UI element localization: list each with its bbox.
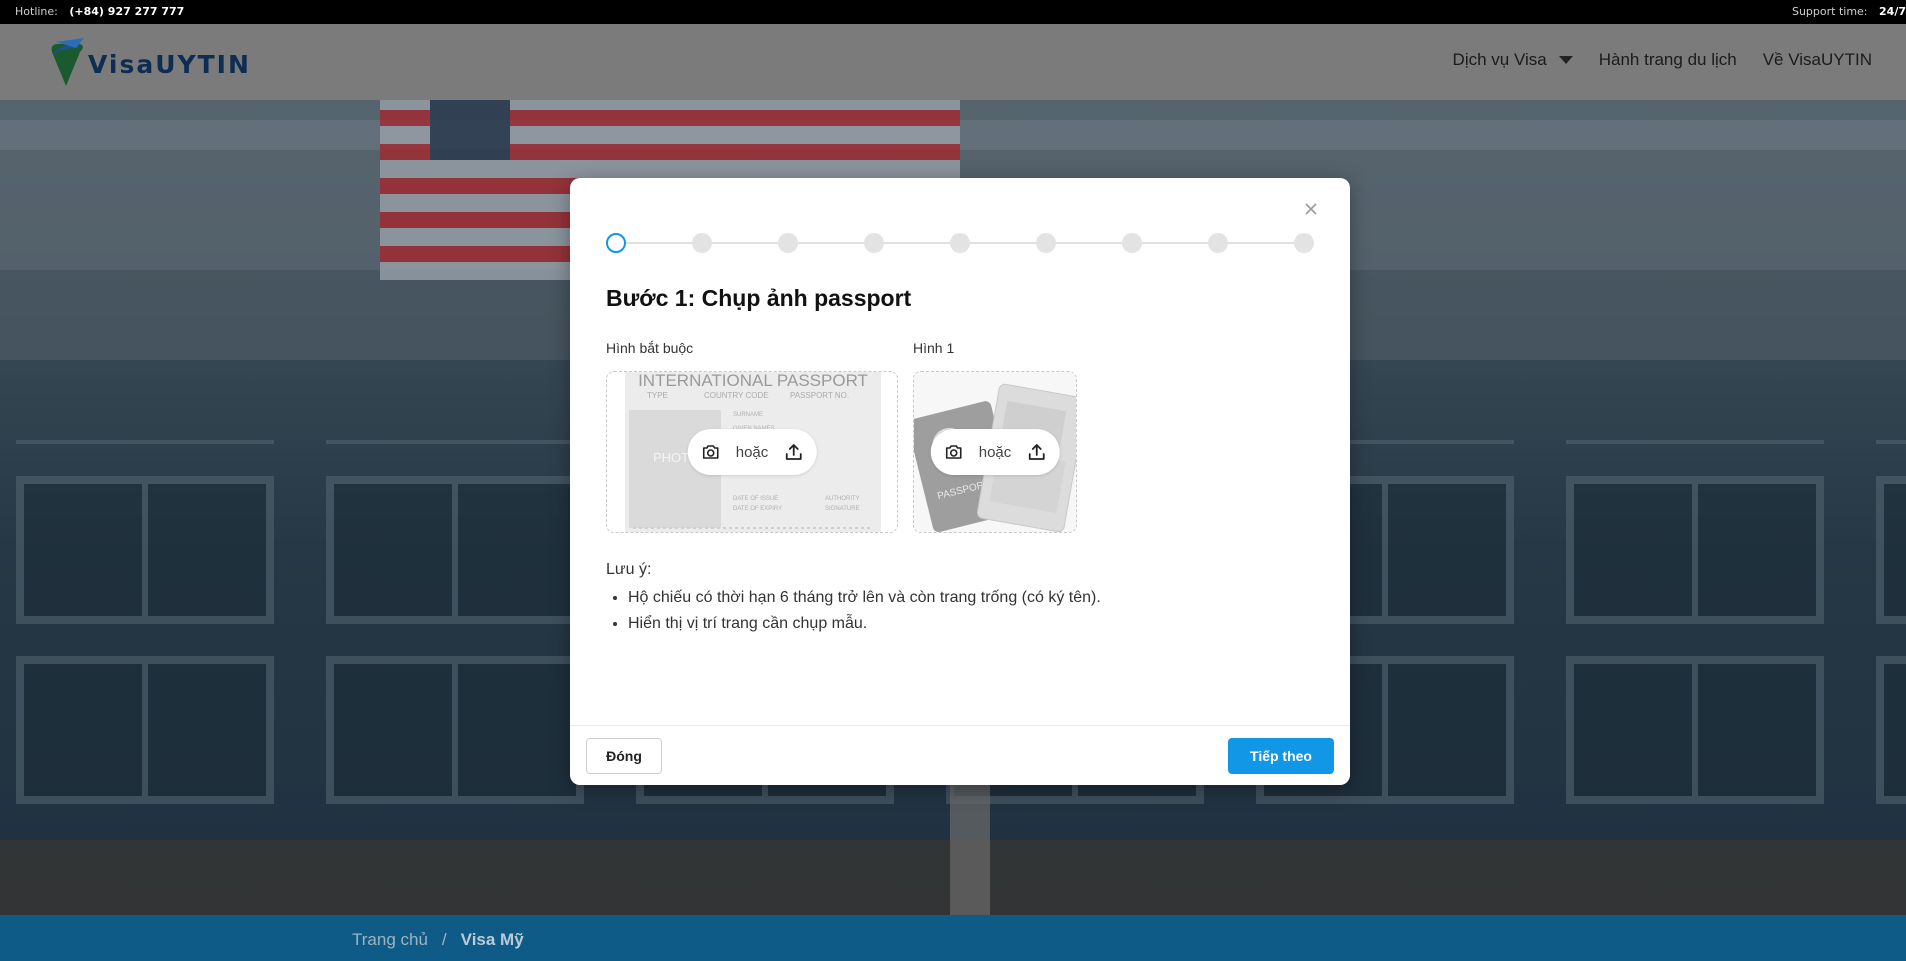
svg-text:AUTHORITY: AUTHORITY xyxy=(825,496,860,502)
close-button[interactable]: Đóng xyxy=(586,738,662,774)
support-time-value: 24/7 xyxy=(1879,5,1906,18)
step-dot-6 xyxy=(1036,233,1056,253)
step-dot-2 xyxy=(692,233,712,253)
breadcrumb: Trang chủ / Visa Mỹ xyxy=(0,915,1906,961)
hotline: Hotline: (+84) 927 277 777 xyxy=(15,5,184,18)
passport-upload-modal: Bước 1: Chụp ảnh passport Hình bắt buộc … xyxy=(570,178,1350,785)
main-nav: Dịch vụ Visa Hành trang du lịch Về VisaU… xyxy=(1453,50,1872,70)
step-dot-7 xyxy=(1122,233,1142,253)
step-dot-5 xyxy=(950,233,970,253)
image-1-label: Hình 1 xyxy=(913,340,955,356)
step-dot-1 xyxy=(606,233,626,253)
support-time-label: Support time: xyxy=(1791,5,1868,18)
required-image-label: Hình bắt buộc xyxy=(606,340,694,356)
hotline-number[interactable]: (+84) 927 277 777 xyxy=(69,5,184,18)
or-text: hoặc xyxy=(735,443,769,461)
nav-travel-guide-label: Hành trang du lịch xyxy=(1598,50,1737,69)
next-button[interactable]: Tiếp theo xyxy=(1228,738,1334,774)
top-info-bar: Hotline: (+84) 927 277 777 Support time:… xyxy=(0,0,1906,24)
nav-about[interactable]: Về VisaUYTIN xyxy=(1763,50,1872,70)
image-1-slot[interactable]: PASSPORT hoặc xyxy=(913,371,1077,533)
upload-icon[interactable] xyxy=(1023,439,1049,465)
hotline-label: Hotline: xyxy=(15,5,58,18)
notes-title: Lưu ý: xyxy=(606,561,652,578)
passport-heading: INTERNATIONAL PASSPORT xyxy=(638,372,868,390)
step-dot-8 xyxy=(1208,233,1228,253)
image-1-capture-actions: hoặc xyxy=(930,429,1060,475)
note-item: Hiển thị vị trí trang cần chụp mẫu. xyxy=(628,615,1306,633)
nav-travel-guide[interactable]: Hành trang du lịch xyxy=(1599,50,1737,70)
svg-text:PASSPORT NO.: PASSPORT NO. xyxy=(790,391,849,400)
support-time: Support time: 24/7 xyxy=(1792,5,1906,18)
svg-text:TYPE: TYPE xyxy=(647,391,668,400)
upload-icon[interactable] xyxy=(780,439,806,465)
or-text: hoặc xyxy=(978,443,1012,461)
svg-text:DATE OF ISSUE: DATE OF ISSUE xyxy=(733,496,778,502)
chevron-down-icon xyxy=(1558,56,1573,64)
step-dot-9 xyxy=(1294,233,1314,253)
breadcrumb-current: Visa Mỹ xyxy=(460,930,524,949)
camera-icon[interactable] xyxy=(941,439,967,465)
note-item: Hộ chiếu có thời hạn 6 tháng trở lên và … xyxy=(628,589,1306,607)
step-progress xyxy=(606,233,1314,253)
svg-text:COUNTRY CODE: COUNTRY CODE xyxy=(704,391,769,400)
footer-divider xyxy=(570,725,1350,726)
svg-text:SURNAME: SURNAME xyxy=(733,412,763,418)
step-dot-3 xyxy=(778,233,798,253)
breadcrumb-home[interactable]: Trang chủ xyxy=(352,930,428,950)
required-image-slot[interactable]: INTERNATIONAL PASSPORT TYPE COUNTRY CODE… xyxy=(606,371,898,533)
nav-about-label: Về VisaUYTIN xyxy=(1762,50,1872,69)
modal-title: Bước 1: Chụp ảnh passport xyxy=(606,285,912,311)
camera-icon[interactable] xyxy=(698,439,724,465)
svg-text:DATE OF EXPIRY: DATE OF EXPIRY xyxy=(733,506,782,512)
step-dot-4 xyxy=(864,233,884,253)
notes-list: Hộ chiếu có thời hạn 6 tháng trở lên và … xyxy=(606,589,1306,633)
notes-section: Lưu ý: Hộ chiếu có thời hạn 6 tháng trở … xyxy=(606,561,1306,641)
breadcrumb-separator: / xyxy=(441,930,447,949)
site-logo[interactable]: VisaUYTIN xyxy=(46,38,256,88)
image-capture-actions: hoặc xyxy=(687,429,817,475)
logo-text: VisaUYTIN xyxy=(88,50,251,79)
site-header: VisaUYTIN Dịch vụ Visa Hành trang du lịc… xyxy=(0,24,1906,100)
close-icon[interactable] xyxy=(1302,200,1320,218)
nav-visa-services[interactable]: Dịch vụ Visa xyxy=(1453,50,1573,70)
svg-text:SIGNATURE: SIGNATURE xyxy=(825,506,860,512)
logo-plane-icon xyxy=(51,38,84,86)
nav-visa-services-label: Dịch vụ Visa xyxy=(1452,50,1547,69)
